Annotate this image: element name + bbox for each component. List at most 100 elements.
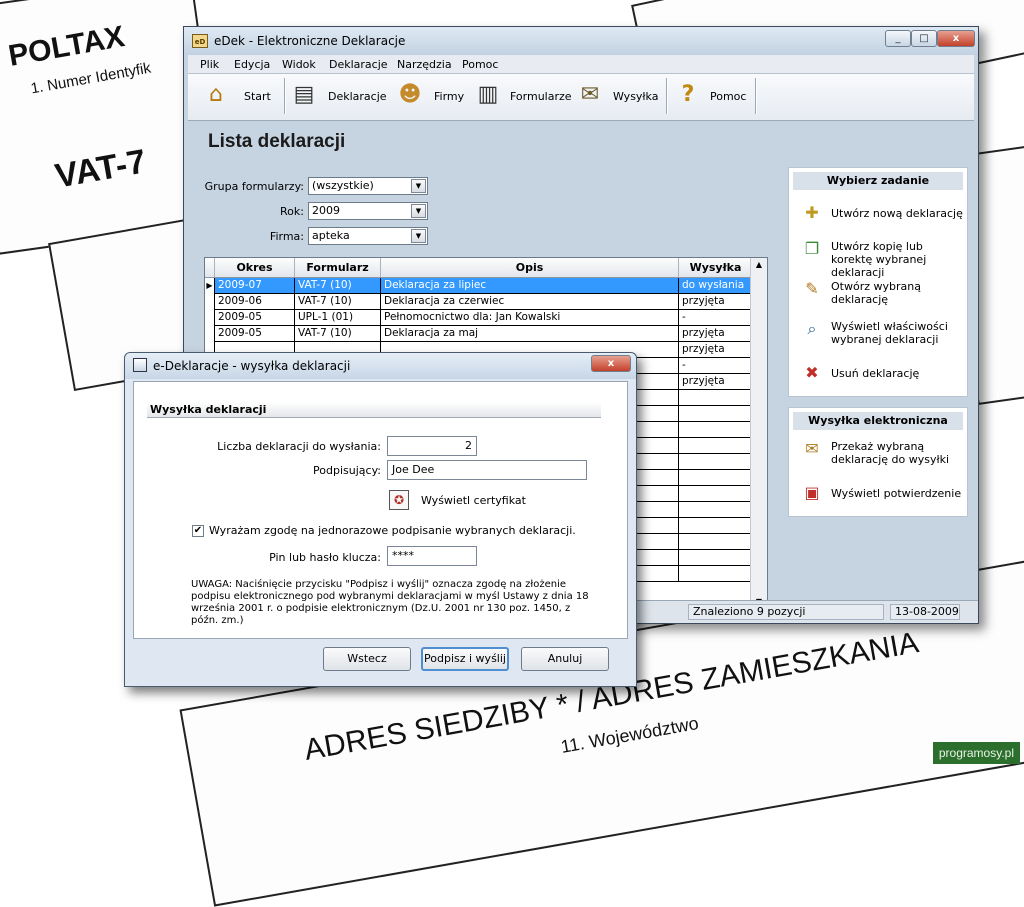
task-show-confirmation[interactable]: ▣ Wyświetl potwierdzenie bbox=[801, 482, 965, 506]
table-cell-wysylka: przyjęta bbox=[679, 326, 753, 342]
column-header-opis[interactable]: Opis bbox=[381, 258, 679, 278]
chevron-down-icon[interactable]: ▼ bbox=[411, 179, 426, 193]
forms-icon: ▥ bbox=[477, 82, 499, 107]
table-cell-wysylka bbox=[679, 470, 753, 486]
table-cell-wysylka bbox=[679, 550, 753, 566]
cancel-button[interactable]: Anuluj bbox=[521, 647, 609, 671]
send-declaration-dialog: e-Deklaracje - wysyłka deklaracji x Wysy… bbox=[124, 352, 637, 687]
show-certificate-button[interactable]: ✪ Wyświetl certyfikat bbox=[389, 489, 529, 513]
menu-plik[interactable]: Plik bbox=[200, 58, 219, 71]
toolbar-pomoc-label: Pomoc bbox=[710, 90, 747, 103]
menu-deklaracje[interactable]: Deklaracje bbox=[329, 58, 388, 71]
maximize-button[interactable]: □ bbox=[911, 30, 937, 47]
question-icon: ? bbox=[681, 82, 695, 107]
envelope-icon: ✉ bbox=[580, 82, 600, 107]
title-bar: eD eDek - Elektroniczne Deklaracje _ □ x bbox=[184, 27, 978, 55]
certificate-icon: ✪ bbox=[389, 490, 409, 510]
toolbar-separator bbox=[284, 78, 286, 114]
task-delete-declaration[interactable]: ✖ Usuń deklarację bbox=[801, 362, 965, 386]
table-cell-wysylka bbox=[679, 438, 753, 454]
scroll-up-arrow[interactable]: ▲ bbox=[751, 260, 767, 269]
column-header-formularz[interactable]: Formularz bbox=[295, 258, 381, 278]
home-icon: ⌂ bbox=[209, 82, 223, 107]
table-row[interactable]: 2009-05 VAT-7 (10) Deklaracja za maj przyję… bbox=[205, 326, 753, 342]
table-cell-wysylka bbox=[679, 534, 753, 550]
table-cell-wysylka: przyjęta bbox=[679, 294, 753, 310]
pin-field[interactable]: **** bbox=[387, 546, 477, 566]
column-header-wysylka[interactable]: Wysyłka bbox=[679, 258, 753, 278]
toolbar-start-button[interactable]: ⌂ Start bbox=[202, 77, 272, 115]
table-cell-okres: 2009-05 bbox=[215, 326, 295, 342]
filter-company-value: apteka bbox=[312, 229, 350, 242]
status-date: 13-08-2009 bbox=[890, 604, 960, 620]
show-certificate-label: Wyświetl certyfikat bbox=[421, 494, 526, 507]
table-cell-okres: 2009-07 bbox=[215, 278, 295, 294]
count-label: Liczba deklaracji do wysłania: bbox=[217, 440, 381, 453]
table-cell-wysylka: przyjęta bbox=[679, 342, 753, 358]
table-row[interactable]: 2009-05 UPL-1 (01) Pełnomocnictwo dla: Jan… bbox=[205, 310, 753, 326]
table-cell-formularz: VAT-7 (10) bbox=[295, 326, 381, 342]
chevron-down-icon[interactable]: ▼ bbox=[411, 204, 426, 218]
menu-edycja[interactable]: Edycja bbox=[234, 58, 270, 71]
count-field[interactable]: 2 bbox=[387, 436, 477, 456]
table-cell-formularz: VAT-7 (10) bbox=[295, 294, 381, 310]
column-header-okres[interactable]: Okres bbox=[215, 258, 295, 278]
electronic-sending-panel-title: Wysyłka elektroniczna bbox=[793, 412, 963, 430]
pin-label: Pin lub hasło klucza: bbox=[269, 551, 381, 564]
dialog-section-title: Wysyłka deklaracji bbox=[147, 402, 601, 418]
toolbar-deklaracje-button[interactable]: ▤ Deklaracje bbox=[290, 77, 387, 115]
consent-label: Wyrażam zgodę na jednorazowe podpisanie … bbox=[209, 524, 576, 537]
table-cell-wysylka: do wysłania bbox=[679, 278, 753, 294]
task-copy-declaration[interactable]: ❐ Utwórz kopię lub korektę wybranej dekl… bbox=[801, 238, 965, 279]
toolbar: ⌂ Start ▤ Deklaracje ☻ Firmy ▥ Formularz… bbox=[188, 74, 974, 121]
task-properties-label: Wyświetl właściwości wybranej deklaracji bbox=[831, 320, 948, 346]
sign-and-send-button[interactable]: Podpisz i wyślij bbox=[421, 647, 509, 671]
new-document-icon: ✚ bbox=[805, 203, 819, 222]
filter-group-label: Grupa formularzy: bbox=[204, 180, 304, 193]
toolbar-wysylka-button[interactable]: ✉ Wysyłka bbox=[576, 77, 659, 115]
row-selector[interactable] bbox=[205, 294, 215, 310]
dialog-close-button[interactable]: x bbox=[591, 355, 631, 372]
table-row[interactable]: ▶ 2009-07 VAT-7 (10) Deklaracja za lipiec do… bbox=[205, 278, 753, 294]
back-button[interactable]: Wstecz bbox=[323, 647, 411, 671]
task-properties[interactable]: ⌕ Wyświetl właściwości wybranej deklarac… bbox=[801, 318, 965, 348]
dialog-app-icon bbox=[133, 358, 147, 372]
task-open-declaration[interactable]: ✎ Otwórz wybraną deklarację bbox=[801, 278, 965, 308]
legal-notice: UWAGA: Naciśnięcie przycisku "Podpisz i … bbox=[191, 579, 589, 626]
task-delete-declaration-label: Usuń deklarację bbox=[831, 367, 920, 380]
copy-document-icon: ❐ bbox=[804, 239, 820, 258]
toolbar-separator bbox=[666, 78, 668, 114]
close-button[interactable]: x bbox=[937, 30, 975, 47]
table-cell-wysylka bbox=[679, 454, 753, 470]
filter-company-select[interactable]: apteka ▼ bbox=[308, 227, 428, 245]
toolbar-pomoc-button[interactable]: ? Pomoc bbox=[674, 77, 747, 115]
task-send-declaration[interactable]: ✉ Przekaż wybraną deklarację do wysyłki bbox=[801, 438, 965, 468]
menu-narzedzia[interactable]: Narzędzia bbox=[397, 58, 452, 71]
signer-field[interactable]: Joe Dee bbox=[387, 460, 587, 480]
minimize-button[interactable]: _ bbox=[885, 30, 911, 47]
table-cell-okres: 2009-05 bbox=[215, 310, 295, 326]
checkmark-icon: ✔ bbox=[193, 525, 203, 536]
table-header-selector bbox=[205, 258, 215, 278]
row-selector[interactable] bbox=[205, 326, 215, 342]
filter-year-select[interactable]: 2009 ▼ bbox=[308, 202, 428, 220]
table-row[interactable]: 2009-06 VAT-7 (10) Deklaracja za czerwiec p… bbox=[205, 294, 753, 310]
electronic-sending-panel: Wysyłka elektroniczna ✉ Przekaż wybraną … bbox=[788, 407, 968, 517]
table-scrollbar[interactable]: ▲ ▼ bbox=[750, 258, 767, 608]
task-new-declaration[interactable]: ✚ Utwórz nową deklarację bbox=[801, 202, 965, 230]
consent-checkbox[interactable]: ✔ bbox=[192, 525, 204, 537]
menu-pomoc[interactable]: Pomoc bbox=[462, 58, 498, 71]
toolbar-formularze-button[interactable]: ▥ Formularze bbox=[474, 77, 572, 115]
row-indicator-icon[interactable]: ▶ bbox=[205, 278, 215, 294]
task-show-confirmation-label: Wyświetl potwierdzenie bbox=[831, 487, 962, 500]
table-cell-opis: Pełnomocnictwo dla: Jan Kowalski bbox=[381, 310, 679, 326]
menu-widok[interactable]: Widok bbox=[282, 58, 316, 71]
signer-value: Joe Dee bbox=[392, 463, 435, 476]
count-value: 2 bbox=[465, 439, 472, 452]
task-send-declaration-label: Przekaż wybraną deklarację do wysyłki bbox=[831, 440, 950, 466]
row-selector[interactable] bbox=[205, 310, 215, 326]
chevron-down-icon[interactable]: ▼ bbox=[411, 229, 426, 243]
toolbar-firmy-button[interactable]: ☻ Firmy bbox=[396, 77, 465, 115]
task-open-declaration-label: Otwórz wybraną deklarację bbox=[831, 280, 921, 306]
filter-group-select[interactable]: (wszystkie) ▼ bbox=[308, 177, 428, 195]
